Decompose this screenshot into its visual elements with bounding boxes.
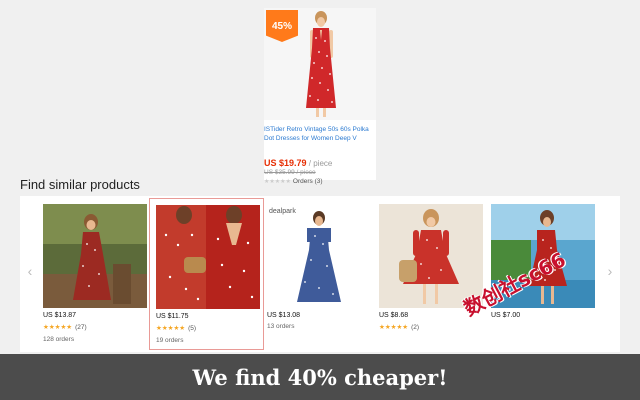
discount-badge-text: 45% (271, 20, 292, 32)
product-price: US $11.75 (156, 313, 189, 320)
carousel-next-button[interactable]: › (603, 262, 617, 280)
dress-photo-icon (156, 205, 260, 309)
product-price: US $13.08 (267, 312, 301, 319)
similar-product-item[interactable]: US $7.00 (485, 198, 600, 350)
similar-product-item[interactable]: US $8.68 ★★★★★ (2) (373, 198, 488, 350)
product-thumbnail[interactable] (491, 204, 595, 308)
similar-product-item[interactable]: US $11.75 ★★★★★ (5) 19 orders (149, 198, 264, 350)
main-product-current-price: US $19.79 (264, 158, 307, 168)
main-product-price-unit: / piece (308, 159, 333, 168)
review-count: (5) (188, 324, 197, 332)
discount-badge: 45% (266, 10, 298, 42)
similar-product-item[interactable]: dealpark US $13.08 13 orders (261, 198, 376, 350)
product-price: US $8.68 (379, 312, 409, 319)
dress-photo-icon (379, 204, 483, 308)
promo-banner: We find 40% cheaper! (0, 354, 640, 400)
dress-photo-icon (491, 204, 595, 308)
similar-product-item[interactable]: US $13.87 ★★★★★ (27) 128 orders (37, 198, 152, 350)
product-orders: 13 orders (267, 323, 295, 330)
product-thumbnail[interactable] (156, 205, 260, 309)
product-rating: ★★★★★ (2) (379, 323, 420, 332)
review-count: (27) (75, 323, 87, 331)
main-product-orders: ★★★★★ Orders (3) (264, 178, 323, 185)
star-rating-icon: ★★★★★ (43, 324, 73, 331)
dress-photo-icon (43, 204, 147, 308)
star-rating-icon: ★★★★★ (379, 324, 409, 331)
main-product-original-price: US $35.99 / piece (264, 169, 316, 176)
empty-stars-icon: ★★★★★ (264, 179, 291, 185)
promo-banner-text: We find 40% cheaper! (192, 364, 448, 390)
dress-photo-icon: dealpark (267, 204, 371, 308)
product-orders: 19 orders (156, 337, 184, 344)
product-thumbnail[interactable] (379, 204, 483, 308)
product-rating: ★★★★★ (27) (43, 323, 87, 332)
main-product-image[interactable]: 45% (264, 8, 376, 120)
product-thumbnail[interactable]: dealpark (267, 204, 371, 308)
product-orders: 128 orders (43, 336, 75, 343)
brand-logo: dealpark (269, 208, 296, 215)
product-rating: ★★★★★ (5) (156, 324, 197, 333)
product-thumbnail[interactable] (43, 204, 147, 308)
product-price: US $13.87 (43, 312, 77, 319)
star-rating-icon: ★★★★★ (156, 325, 186, 332)
main-product-card[interactable]: 45% ISTider Retro Vintage 50s 60s Polka … (264, 8, 376, 185)
section-title: Find similar products (20, 177, 140, 192)
main-product-price: US $19.79 / piece (264, 158, 376, 168)
similar-products-carousel: ‹ US $13.87 ★★★★★ (27) 128 orders US $11… (20, 196, 620, 352)
review-count: (2) (411, 323, 420, 331)
chevron-left-icon: ‹ (27, 263, 33, 279)
main-product-title-link[interactable]: ISTider Retro Vintage 50s 60s Polka Dot … (264, 125, 376, 143)
page-root: 45% ISTider Retro Vintage 50s 60s Polka … (0, 0, 640, 400)
main-product-orders-text: Orders (3) (292, 178, 323, 185)
chevron-right-icon: › (607, 263, 613, 279)
product-price: US $7.00 (491, 312, 521, 319)
carousel-prev-button[interactable]: ‹ (23, 262, 37, 280)
